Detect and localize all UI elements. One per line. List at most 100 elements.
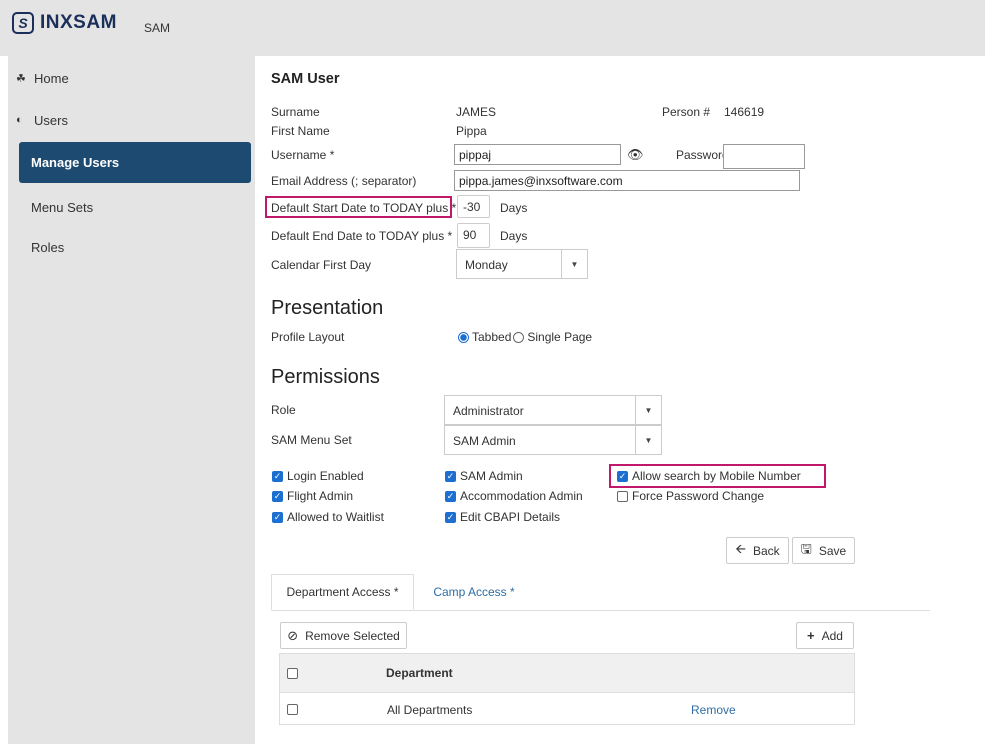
sidebar-item-home[interactable]: ☘ Home xyxy=(8,58,255,98)
arrow-left-icon: 🡨 xyxy=(735,540,746,556)
role-select[interactable]: Administrator ▼ xyxy=(444,395,662,425)
checkbox-label: Edit CBAPI Details xyxy=(460,510,561,524)
checkbox-allowed-to-waitlist[interactable]: ✓ Allowed to Waitlist xyxy=(272,510,384,524)
checkbox-label: Allowed to Waitlist xyxy=(287,510,384,524)
home-icon: ☘ xyxy=(16,72,26,85)
person-number-label: Person # xyxy=(662,105,711,119)
save-button-label: Save xyxy=(818,543,847,558)
logo-mark: S xyxy=(12,12,34,34)
chevron-down-icon: ▼ xyxy=(635,396,661,424)
sidebar-item-roles[interactable]: Roles xyxy=(8,227,255,267)
start-date-label: Default Start Date to TODAY plus * xyxy=(271,201,457,215)
remove-selected-label: Remove Selected xyxy=(305,628,400,643)
check-icon: ✓ xyxy=(272,470,283,482)
page-title: SAM User xyxy=(271,71,340,87)
checkbox-label: Force Password Change xyxy=(632,489,765,503)
tab-department-access[interactable]: Department Access * xyxy=(271,574,414,610)
calendar-first-day-value: Monday xyxy=(465,258,508,272)
back-button-label: Back xyxy=(752,543,780,558)
check-icon: ✓ xyxy=(445,470,456,482)
remove-selected-button[interactable]: ⊘ Remove Selected xyxy=(280,622,407,649)
checkbox-sam-admin[interactable]: ✓ SAM Admin xyxy=(445,469,523,483)
sidebar: ☘ Home ◐ Users Manage Users Menu Sets Ro… xyxy=(8,56,255,744)
check-icon: ✓ xyxy=(445,511,456,523)
checkbox-flight-admin[interactable]: ✓ Flight Admin xyxy=(272,489,353,503)
add-button[interactable]: + Add xyxy=(796,622,854,649)
tab-divider xyxy=(271,610,930,611)
chevron-down-icon: ▼ xyxy=(635,426,661,454)
checkbox-force-password-change[interactable]: Force Password Change xyxy=(617,489,764,503)
column-header-department: Department xyxy=(386,666,453,680)
circle-arrow-icon: ◐ xyxy=(16,114,23,126)
save-icon: 🖫 xyxy=(800,540,812,556)
password-input[interactable] xyxy=(723,144,805,169)
check-icon: ✓ xyxy=(445,490,456,502)
select-all-checkbox[interactable] xyxy=(287,668,298,679)
add-button-label: Add xyxy=(821,628,843,643)
reveal-eye-icon[interactable]: 👁 xyxy=(627,147,644,163)
email-label: Email Address (; separator) xyxy=(271,174,417,188)
check-icon: ✓ xyxy=(272,490,283,502)
checkbox-label: Allow search by Mobile Number xyxy=(632,469,801,483)
checkbox-label: Accommodation Admin xyxy=(460,489,583,503)
username-input[interactable] xyxy=(454,144,621,165)
checkbox-login-enabled[interactable]: ✓ Login Enabled xyxy=(272,469,364,483)
username-label: Username * xyxy=(271,148,335,162)
sidebar-item-manage-users[interactable]: Manage Users xyxy=(19,142,251,183)
checkbox-box xyxy=(617,490,628,502)
checkbox-allow-search-by-mobile[interactable]: ✓ Allow search by Mobile Number xyxy=(617,469,801,483)
logo-text: INXSAM xyxy=(40,12,117,33)
start-date-offset-input[interactable]: -30 xyxy=(457,195,490,218)
logo[interactable]: S INXSAM xyxy=(12,12,117,34)
radio-tabbed[interactable] xyxy=(458,331,469,343)
department-name: All Departments xyxy=(387,703,473,717)
row-checkbox[interactable] xyxy=(287,704,298,715)
end-date-offset-input[interactable]: 90 xyxy=(457,223,490,248)
top-bar: S INXSAM SAM xyxy=(0,0,985,56)
radio-single-page-label[interactable]: Single Page xyxy=(527,330,592,344)
checkbox-label: SAM Admin xyxy=(460,469,523,483)
profile-layout-radio-group: Tabbed Single Page xyxy=(458,330,592,344)
checkbox-edit-cbapi-details[interactable]: ✓ Edit CBAPI Details xyxy=(445,510,560,524)
end-date-label: Default End Date to TODAY plus * xyxy=(271,229,453,243)
save-button[interactable]: 🖫 Save xyxy=(792,537,855,564)
surname-value: JAMES xyxy=(456,105,497,119)
tab-camp-access[interactable]: Camp Access * xyxy=(418,574,530,610)
chevron-down-icon: ▼ xyxy=(561,250,587,278)
checkbox-label: Login Enabled xyxy=(287,469,364,483)
email-input[interactable] xyxy=(454,170,800,191)
tab-label: Camp Access * xyxy=(433,585,515,599)
menu-set-label: SAM Menu Set xyxy=(271,433,352,447)
person-number-value: 146619 xyxy=(724,105,765,119)
ban-icon: ⊘ xyxy=(287,627,299,643)
department-table: Department All Departments Remove xyxy=(279,653,855,725)
remove-link[interactable]: Remove xyxy=(691,703,736,717)
check-icon: ✓ xyxy=(272,511,283,523)
app-name: SAM xyxy=(144,21,171,35)
sidebar-item-label: Roles xyxy=(31,239,65,255)
table-row: All Departments Remove xyxy=(280,692,854,725)
first-name-label: First Name xyxy=(271,124,330,138)
permissions-heading: Permissions xyxy=(271,366,380,388)
surname-label: Surname xyxy=(271,105,320,119)
calendar-first-day-select[interactable]: Monday ▼ xyxy=(456,249,588,279)
start-date-unit: Days xyxy=(500,201,528,215)
sidebar-item-menu-sets[interactable]: Menu Sets xyxy=(8,187,255,227)
checkbox-label: Flight Admin xyxy=(287,489,354,503)
radio-tabbed-label[interactable]: Tabbed xyxy=(472,330,511,344)
radio-single-page[interactable] xyxy=(513,331,525,343)
presentation-heading: Presentation xyxy=(271,297,384,319)
sidebar-item-label: Users xyxy=(34,112,68,128)
sidebar-item-label: Home xyxy=(34,70,69,86)
first-name-value: Pippa xyxy=(456,124,487,138)
tab-label: Department Access * xyxy=(286,585,399,599)
checkbox-accommodation-admin[interactable]: ✓ Accommodation Admin xyxy=(445,489,583,503)
profile-layout-label: Profile Layout xyxy=(271,330,345,344)
role-value: Administrator xyxy=(453,404,524,418)
back-button[interactable]: 🡨 Back xyxy=(726,537,789,564)
table-header: Department xyxy=(280,654,854,692)
sidebar-item-users[interactable]: ◐ Users xyxy=(8,100,255,140)
end-date-unit: Days xyxy=(500,229,528,243)
calendar-first-day-label: Calendar First Day xyxy=(271,258,372,272)
menu-set-select[interactable]: SAM Admin ▼ xyxy=(444,425,662,455)
